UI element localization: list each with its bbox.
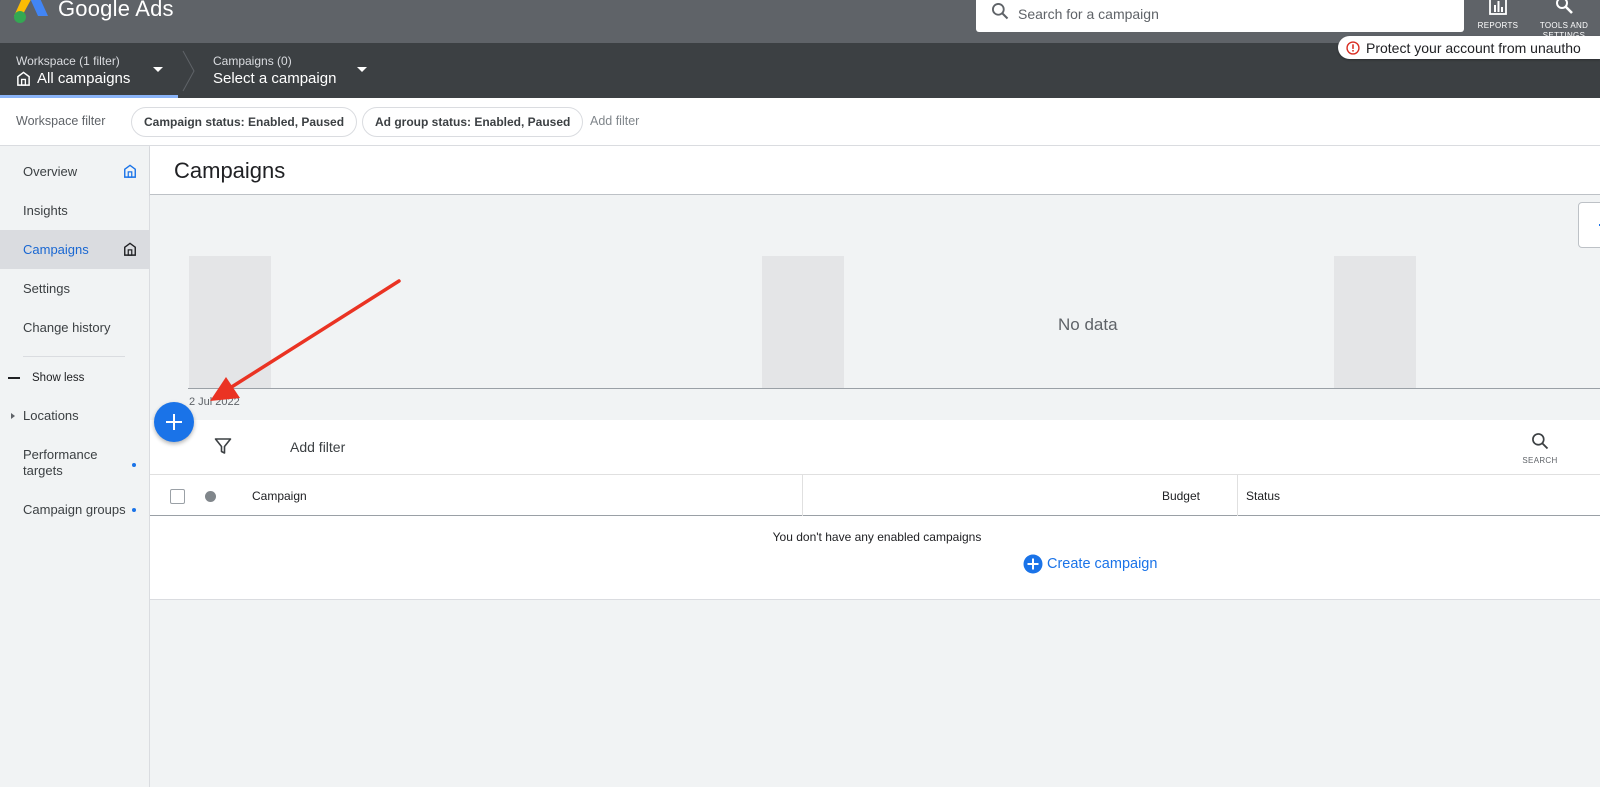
- chart-no-data-message: No data: [1058, 315, 1118, 334]
- sidebar-item-label: Settings: [23, 281, 70, 296]
- sidebar-item-label: Locations: [23, 408, 79, 423]
- sidebar-item-label: Overview: [23, 164, 78, 179]
- column-header-status[interactable]: Status: [1246, 489, 1280, 503]
- security-alert-text: Protect your account from unautho: [1366, 39, 1581, 56]
- workspace-picker[interactable]: Workspace (1 filter) All campaigns: [0, 43, 178, 98]
- minus-icon: [8, 377, 20, 379]
- column-header-budget[interactable]: Budget: [1152, 489, 1200, 503]
- workspace-value: All campaigns: [37, 70, 131, 87]
- campaign-search-box[interactable]: [976, 0, 1464, 32]
- google-ads-logo[interactable]: Google Ads: [14, 0, 174, 24]
- empty-state-message: You don't have any enabled campaigns: [772, 530, 982, 544]
- column-divider: [802, 475, 803, 516]
- security-alert-chip[interactable]: Protect your account from unautho: [1338, 36, 1600, 59]
- sidebar-item-overview[interactable]: Overview: [0, 152, 149, 191]
- chevron-down-icon: [153, 67, 163, 72]
- add-circle-icon: [1023, 554, 1043, 574]
- table-empty-state: You don't have any enabled campaigns Cre…: [150, 516, 1600, 600]
- table-toolbar: Add filter SEARCH: [150, 420, 1600, 475]
- search-icon: [1532, 433, 1549, 450]
- sidebar-item-campaign-groups[interactable]: Campaign groups: [23, 502, 126, 517]
- sidebar-item-performance-targets[interactable]: Performance targets: [23, 447, 123, 479]
- sidebar-item-label: Insights: [23, 203, 68, 218]
- home-outline-icon: [124, 242, 136, 256]
- new-feature-dot: [132, 463, 136, 467]
- page-title: Campaigns: [174, 158, 286, 183]
- workspace-value-row: All campaigns: [16, 70, 130, 87]
- sidebar-item-insights[interactable]: Insights: [0, 191, 149, 230]
- show-less-toggle[interactable]: Show less: [8, 372, 84, 384]
- performance-chart: No data 2 Jul 2022: [150, 195, 1600, 420]
- create-campaign-label: Create campaign: [1047, 556, 1158, 572]
- expand-arrow-icon: [11, 412, 15, 419]
- home-outline-icon: [124, 164, 136, 178]
- campaign-picker-value: Select a campaign: [213, 70, 337, 87]
- workspace-filter-label: Workspace filter: [16, 114, 106, 128]
- sidebar-item-label: Performance targets: [23, 447, 98, 478]
- new-feature-dot: [132, 508, 136, 512]
- bar-chart-icon: [1489, 0, 1507, 15]
- add-filter-button[interactable]: Add filter: [290, 439, 345, 455]
- filter-icon[interactable]: [214, 437, 232, 455]
- search-icon: [992, 3, 1009, 20]
- sidebar-item-label: Campaigns: [23, 242, 89, 257]
- wrench-icon: [1556, 0, 1573, 14]
- sidebar-divider: [23, 356, 125, 357]
- chevron-down-icon: [357, 67, 367, 72]
- chart-placeholder-column: [1334, 256, 1416, 389]
- reports-label: REPORTS: [1477, 21, 1519, 30]
- status-filter-dot[interactable]: [205, 491, 216, 502]
- campaign-status-filter-chip[interactable]: Campaign status: Enabled, Paused: [131, 107, 358, 137]
- table-search-label: SEARCH: [1522, 456, 1558, 465]
- page-header: Campaigns: [150, 146, 1600, 195]
- table-search-button[interactable]: SEARCH: [1522, 431, 1558, 465]
- show-less-label: Show less: [32, 372, 85, 384]
- breadcrumb-chevron-icon: [182, 50, 195, 92]
- app-name: Google Ads: [58, 0, 174, 21]
- sidebar-item-settings[interactable]: Settings: [0, 269, 149, 308]
- chart-placeholder-column: [762, 256, 844, 389]
- building-icon: [17, 71, 30, 86]
- create-campaign-link[interactable]: Create campaign: [1023, 554, 1157, 574]
- campaign-picker[interactable]: Campaigns (0) Select a campaign: [200, 43, 380, 98]
- column-divider: [1237, 475, 1238, 516]
- new-campaign-fab-button[interactable]: [154, 402, 194, 442]
- chart-x-tick-label: 2 Jul 2022: [189, 396, 240, 408]
- workspace-filter-bar: Workspace filter Campaign status: Enable…: [0, 98, 1600, 146]
- add-workspace-filter-link[interactable]: Add filter: [590, 114, 639, 128]
- campaign-search-input[interactable]: [1018, 3, 1438, 25]
- left-navigation: Overview Insights Campaigns Settings Cha…: [0, 146, 150, 787]
- select-all-checkbox[interactable]: [170, 489, 185, 504]
- google-ads-logo-icon: [14, 0, 48, 23]
- campaign-picker-label: Campaigns (0): [213, 54, 292, 68]
- column-header-campaign[interactable]: Campaign: [252, 489, 307, 503]
- table-header-row: Campaign Budget Status: [150, 475, 1600, 516]
- sidebar-item-locations[interactable]: Locations: [11, 408, 79, 423]
- chart-placeholder-column: [189, 256, 271, 389]
- chart-x-axis: [188, 388, 1600, 389]
- sidebar-item-change-history[interactable]: Change history: [0, 308, 149, 347]
- ad-group-status-filter-chip[interactable]: Ad group status: Enabled, Paused: [362, 107, 584, 137]
- main-content: Campaigns No data 2 Jul 2022 Add filter …: [150, 146, 1600, 787]
- workspace-label: Workspace (1 filter): [16, 54, 120, 68]
- sidebar-item-label: Change history: [23, 320, 111, 335]
- sidebar-item-label: Campaign groups: [23, 502, 126, 517]
- plus-icon: [166, 414, 182, 430]
- sidebar-item-campaigns[interactable]: Campaigns: [0, 230, 149, 269]
- error-icon: [1346, 40, 1360, 55]
- chart-expand-tab[interactable]: [1578, 202, 1600, 248]
